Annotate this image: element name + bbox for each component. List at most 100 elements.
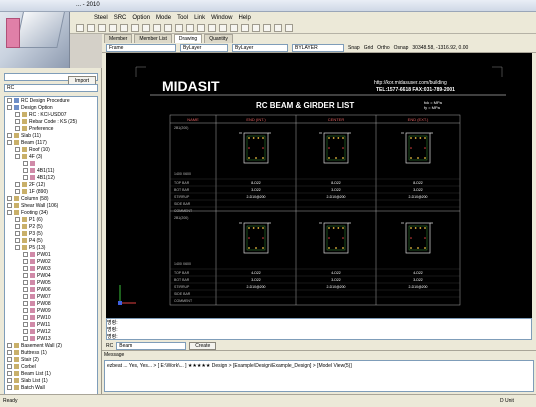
linetype-combo[interactable]: ByLayer xyxy=(232,43,288,52)
tree-item[interactable]: Roof (10) xyxy=(15,147,50,154)
expand-icon[interactable] xyxy=(15,189,20,195)
tree-item[interactable]: PW08 xyxy=(23,301,51,308)
tree-item[interactable]: PW13 xyxy=(23,336,51,343)
menu-help[interactable]: Help xyxy=(238,15,250,21)
expand-icon[interactable] xyxy=(23,322,28,328)
snap-toggle[interactable]: Snap xyxy=(348,45,360,51)
expand-icon[interactable] xyxy=(7,203,12,209)
expand-icon[interactable] xyxy=(7,196,12,202)
tree-item[interactable]: PW01 xyxy=(23,252,51,259)
expand-icon[interactable] xyxy=(23,161,28,167)
tree-item[interactable]: P3 (5) xyxy=(15,231,43,238)
tab-quantity[interactable]: Quantity xyxy=(204,34,233,43)
cut-icon[interactable] xyxy=(142,24,150,32)
rc-combo[interactable]: RC xyxy=(4,84,98,92)
tree-item[interactable]: Footing (34) xyxy=(7,210,48,217)
ortho-toggle[interactable]: Ortho xyxy=(377,45,390,51)
expand-icon[interactable] xyxy=(7,357,12,363)
expand-icon[interactable] xyxy=(15,231,20,237)
report-icon[interactable] xyxy=(285,24,293,32)
expand-icon[interactable] xyxy=(7,98,12,104)
expand-icon[interactable] xyxy=(23,175,28,181)
tree-item[interactable]: Beam (117) xyxy=(7,140,47,147)
expand-icon[interactable] xyxy=(15,112,20,118)
expand-icon[interactable] xyxy=(7,105,12,111)
expand-icon[interactable] xyxy=(23,287,28,293)
tree-item[interactable]: Basement Wall (2) xyxy=(7,343,62,350)
open-icon[interactable] xyxy=(109,24,117,32)
tab-member[interactable]: Member xyxy=(104,34,133,43)
tree-item[interactable]: PW03 xyxy=(23,266,51,273)
tree-item[interactable]: Shear Wall (106) xyxy=(7,203,58,210)
expand-icon[interactable] xyxy=(15,217,20,223)
expand-icon[interactable] xyxy=(7,350,12,356)
tree-item[interactable]: Batch Wall xyxy=(7,385,45,392)
beam-icon[interactable] xyxy=(241,24,249,32)
expand-icon[interactable] xyxy=(23,266,28,272)
tree-item[interactable]: RC : KCI-USD07 xyxy=(15,112,67,119)
tree-item[interactable]: Corbel xyxy=(7,364,36,371)
tree-item[interactable]: PW12 xyxy=(23,329,51,336)
expand-icon[interactable] xyxy=(15,126,20,132)
expand-icon[interactable] xyxy=(7,210,12,216)
osnap-toggle[interactable]: Osnap xyxy=(394,45,409,51)
tree-item[interactable]: Preference xyxy=(15,126,53,133)
paste-icon[interactable] xyxy=(164,24,172,32)
expand-icon[interactable] xyxy=(23,252,28,258)
wall-icon[interactable] xyxy=(263,24,271,32)
lineweight-combo[interactable]: BYLAYER xyxy=(292,43,344,52)
expand-icon[interactable] xyxy=(7,133,12,139)
expand-icon[interactable] xyxy=(15,182,20,188)
expand-icon[interactable] xyxy=(23,280,28,286)
zoom-icon[interactable] xyxy=(175,24,183,32)
tree-item[interactable]: PW11 xyxy=(23,322,50,329)
tab-drawing[interactable]: Drawing xyxy=(173,34,203,43)
tree-item[interactable]: PW10 xyxy=(23,315,51,322)
tree-item[interactable]: 1F (890) xyxy=(15,189,48,196)
frame-combo[interactable]: Frame xyxy=(106,43,176,52)
color-combo[interactable]: ByLayer xyxy=(180,43,228,52)
expand-icon[interactable] xyxy=(23,259,28,265)
expand-icon[interactable] xyxy=(23,308,28,314)
redo-icon[interactable] xyxy=(87,24,95,32)
expand-icon[interactable] xyxy=(15,147,20,153)
expand-icon[interactable] xyxy=(23,273,28,279)
tree-item[interactable]: 4B1(11) xyxy=(23,168,54,175)
tree-item[interactable]: Rebar Code : KS (25) xyxy=(15,119,77,126)
tree-item[interactable]: PW07 xyxy=(23,294,51,301)
tree-item[interactable]: Beam List (1) xyxy=(7,371,51,378)
tree-item[interactable]: P4 (5) xyxy=(15,238,43,245)
expand-icon[interactable] xyxy=(7,385,12,391)
tree-item[interactable]: PW04 xyxy=(23,273,51,280)
expand-icon[interactable] xyxy=(23,168,28,174)
menu-src[interactable]: SRC xyxy=(114,15,127,21)
tree-item[interactable]: PW06 xyxy=(23,287,51,294)
grid-icon[interactable] xyxy=(197,24,205,32)
column-icon[interactable] xyxy=(252,24,260,32)
tree-item[interactable]: P1 (6) xyxy=(15,217,43,224)
menu-tool[interactable]: Tool xyxy=(177,15,188,21)
slab-icon[interactable] xyxy=(274,24,282,32)
expand-icon[interactable] xyxy=(15,119,20,125)
tree-item[interactable]: RC Design Procedure xyxy=(7,98,70,105)
save-icon[interactable] xyxy=(120,24,128,32)
tree-item[interactable]: 4F (3) xyxy=(15,154,42,161)
grid-toggle[interactable]: Grid xyxy=(364,45,373,51)
layer-icon[interactable] xyxy=(208,24,216,32)
expand-icon[interactable] xyxy=(7,364,12,370)
menu-option[interactable]: Option xyxy=(132,15,150,21)
tree-item[interactable]: Buttress (1) xyxy=(7,350,47,357)
expand-icon[interactable] xyxy=(15,238,20,244)
expand-icon[interactable] xyxy=(15,245,20,251)
view-icon[interactable] xyxy=(219,24,227,32)
expand-icon[interactable] xyxy=(7,140,12,146)
menu-link[interactable]: Link xyxy=(194,15,205,21)
undo-icon[interactable] xyxy=(76,24,84,32)
new-icon[interactable] xyxy=(98,24,106,32)
expand-icon[interactable] xyxy=(7,378,12,384)
expand-icon[interactable] xyxy=(23,294,28,300)
tab-member-list[interactable]: Member List xyxy=(134,34,172,43)
menu-window[interactable]: Window xyxy=(211,15,232,21)
menu-steel[interactable]: Steel xyxy=(94,15,108,21)
tree-item[interactable] xyxy=(23,161,37,168)
